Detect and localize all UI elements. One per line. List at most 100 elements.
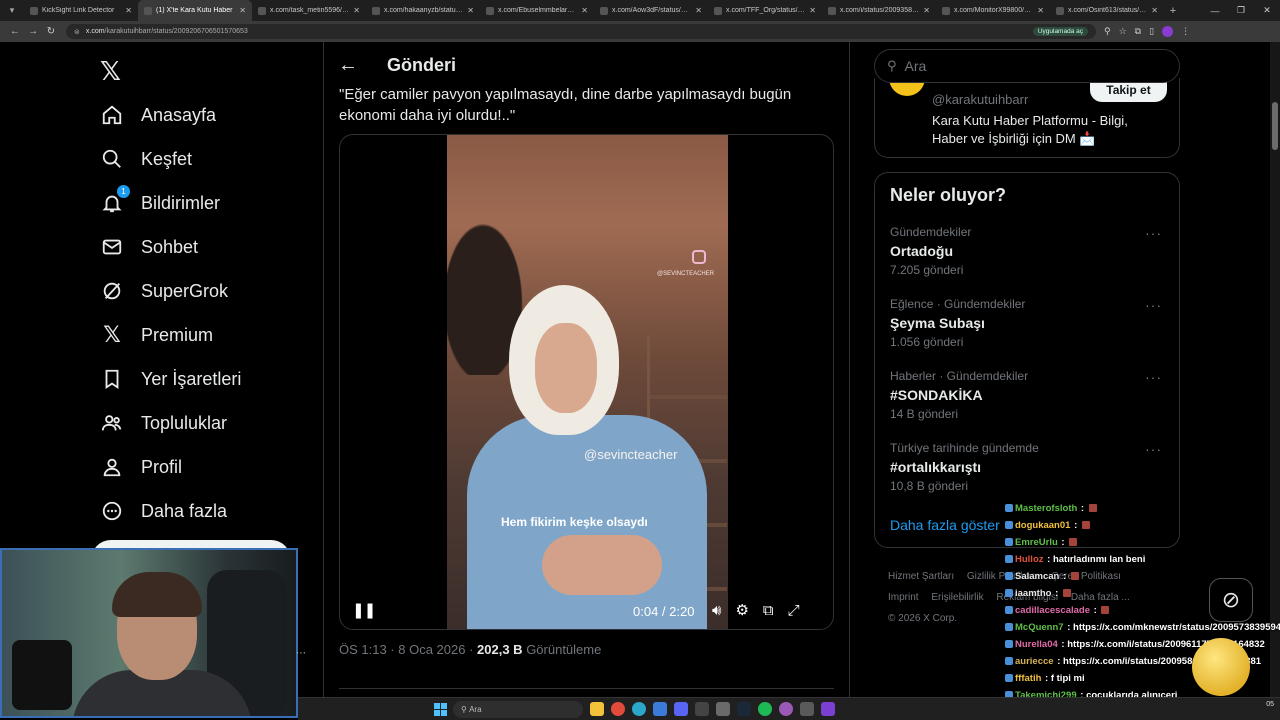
chat-username[interactable]: Nurella04: [1015, 639, 1058, 650]
sidebar-icon[interactable]: ▯: [1149, 26, 1154, 37]
chat-username[interactable]: dogukaan01: [1015, 520, 1070, 531]
nav-profile[interactable]: Profil: [100, 449, 182, 485]
volume-icon[interactable]: 🔊︎: [712, 602, 721, 619]
tab-close-icon[interactable]: ✕: [239, 6, 246, 15]
windows-start-icon[interactable]: [434, 703, 447, 716]
fullscreen-icon[interactable]: ⤢: [788, 602, 800, 619]
browser-tab[interactable]: x.com/task_metin5596/status ✕: [252, 0, 366, 21]
more-dots-icon[interactable]: ···: [1145, 369, 1162, 385]
back-arrow-icon[interactable]: ←: [324, 54, 372, 77]
browser-tab[interactable]: x.com/hakaanyzb/status/200 ✕: [366, 0, 480, 21]
new-tab-button[interactable]: +: [1164, 5, 1182, 17]
chrome-icon[interactable]: [611, 702, 625, 716]
tab-close-icon[interactable]: ✕: [809, 6, 816, 15]
app-icon[interactable]: [821, 702, 835, 716]
trend-item[interactable]: Türkiye tarihinde gündemde #ortalıkkarış…: [890, 441, 1170, 493]
open-in-app-button[interactable]: Uygulamada aç: [1032, 27, 1088, 36]
more-dots-icon[interactable]: ···: [1145, 441, 1162, 457]
trend-item[interactable]: Eğlence · Gündemdekiler Şeyma Subaşı 1.0…: [890, 297, 1170, 349]
promo-handle[interactable]: @karakutuihbarr: [932, 92, 1028, 107]
trend-item[interactable]: Gündemdekiler Ortadoğu 7.205 gönderi ···: [890, 225, 1170, 277]
browser-icon[interactable]: [779, 702, 793, 716]
picture-in-picture-icon[interactable]: ⧉: [763, 602, 774, 619]
taskbar-search[interactable]: ⚲ Ara: [453, 701, 583, 718]
chat-username[interactable]: auriecce: [1015, 656, 1054, 667]
nav-home[interactable]: Anasayfa: [100, 97, 216, 133]
pause-icon[interactable]: ❚❚: [352, 601, 376, 619]
tab-close-icon[interactable]: ✕: [695, 6, 702, 15]
tab-close-icon[interactable]: ✕: [1037, 6, 1044, 15]
tab-close-icon[interactable]: ✕: [125, 6, 132, 15]
edge-icon[interactable]: [632, 702, 646, 716]
minimize-icon[interactable]: —: [1202, 6, 1228, 16]
reload-icon[interactable]: ↻: [42, 26, 60, 37]
chat-username[interactable]: Hulloz: [1015, 554, 1044, 565]
nav-more[interactable]: Daha fazla: [100, 493, 227, 529]
x-logo-icon[interactable]: 𝕏: [100, 56, 121, 87]
store-icon[interactable]: [653, 702, 667, 716]
tab-close-icon[interactable]: ✕: [581, 6, 588, 15]
site-info-icon[interactable]: ⊜: [74, 28, 80, 36]
footer-link[interactable]: Hizmet Şartları: [888, 571, 954, 582]
chat-username[interactable]: EmreUrlu: [1015, 537, 1058, 548]
nav-explore[interactable]: Keşfet: [100, 141, 192, 177]
scrollbar-thumb[interactable]: [1272, 102, 1278, 150]
settings-gear-icon[interactable]: ⚙: [735, 601, 748, 619]
more-dots-icon[interactable]: ···: [1145, 225, 1162, 241]
footer-link[interactable]: Erişilebilirlik: [931, 592, 983, 603]
extensions-icon[interactable]: ⧉: [1135, 26, 1141, 37]
chat-username[interactable]: cadillacescalade: [1015, 605, 1090, 616]
browser-tab[interactable]: x.com/Ebuselmmbelarus/stat ✕: [480, 0, 594, 21]
trend-name: Şeyma Subaşı: [890, 315, 985, 331]
follow-button[interactable]: Takip et: [1090, 82, 1167, 102]
browser-tab[interactable]: x.com/Aow3dF/status/20093 ✕: [594, 0, 708, 21]
browser-tab[interactable]: x.com/i/status/200935894921 ✕: [822, 0, 936, 21]
trend-item[interactable]: Haberler · Gündemdekiler #SONDAKİKA 14 B…: [890, 369, 1170, 421]
tab-close-icon[interactable]: ✕: [923, 6, 930, 15]
tab-close-icon[interactable]: ✕: [467, 6, 474, 15]
url-field[interactable]: ⊜ x.com /karakutuihbarr/status/200920670…: [66, 24, 1096, 39]
chat-username[interactable]: iaamtho: [1015, 588, 1051, 599]
close-window-icon[interactable]: ✕: [1254, 5, 1280, 16]
show-more-link[interactable]: Daha fazla göster: [890, 517, 1000, 533]
browser-tab[interactable]: (1) X'te Kara Kutu Haber ✕: [138, 0, 252, 21]
tweet-timestamp[interactable]: ÖS 1:13 · 8 Oca 2026 ·: [339, 642, 477, 657]
nav-chat[interactable]: Sohbet: [100, 229, 198, 265]
terminal-icon[interactable]: [695, 702, 709, 716]
chat-username[interactable]: fffatih: [1015, 673, 1041, 684]
tab-close-icon[interactable]: ✕: [353, 6, 360, 15]
restore-icon[interactable]: ❐: [1228, 5, 1254, 16]
forward-icon[interactable]: →: [24, 26, 42, 37]
spotify-icon[interactable]: [758, 702, 772, 716]
menu-icon[interactable]: ⋮: [1181, 26, 1190, 37]
nav-communities[interactable]: Topluluklar: [100, 405, 227, 441]
chat-username[interactable]: McQuenn7: [1015, 622, 1064, 633]
footer-link[interactable]: Imprint: [888, 592, 919, 603]
steam-icon[interactable]: [737, 702, 751, 716]
nav-notifications[interactable]: 1 Bildirimler: [100, 185, 220, 221]
system-tray[interactable]: 05: [1266, 700, 1274, 709]
bookmark-star-icon[interactable]: ☆: [1119, 26, 1127, 37]
browser-tab[interactable]: x.com/Osint613/status/20093 ✕: [1050, 0, 1164, 21]
nav-premium[interactable]: 𝕏 Premium: [100, 317, 213, 353]
zoom-icon[interactable]: ⚲: [1104, 26, 1111, 37]
app-icon[interactable]: [716, 702, 730, 716]
search-input[interactable]: ⚲ Ara: [874, 49, 1180, 83]
chat-username[interactable]: Salamcan: [1015, 571, 1059, 582]
profile-avatar[interactable]: [1162, 26, 1174, 37]
chat-username[interactable]: Masterofsloth: [1015, 503, 1077, 514]
back-icon[interactable]: ←: [6, 26, 24, 37]
nav-bookmarks[interactable]: Yer İşaretleri: [100, 361, 241, 397]
video-frame[interactable]: @SEVINCTEACHER @sevincteacher Hem fikiri…: [447, 135, 728, 629]
tab-close-icon[interactable]: ✕: [1151, 6, 1158, 15]
video-player[interactable]: @SEVINCTEACHER @sevincteacher Hem fikiri…: [339, 134, 834, 630]
browser-tab[interactable]: x.com/MonitorX99800/status/2✕: [936, 0, 1050, 21]
app-icon[interactable]: [800, 702, 814, 716]
tab-search-icon[interactable]: ▾: [0, 0, 24, 21]
browser-tab[interactable]: KickSight Link Detector ✕: [24, 0, 138, 21]
file-explorer-icon[interactable]: [590, 702, 604, 716]
nav-supergrok[interactable]: SuperGrok: [100, 273, 228, 309]
more-dots-icon[interactable]: ···: [1145, 297, 1162, 313]
browser-tab[interactable]: x.com/TFF_Org/status/20096✕: [708, 0, 822, 21]
discord-icon[interactable]: [674, 702, 688, 716]
